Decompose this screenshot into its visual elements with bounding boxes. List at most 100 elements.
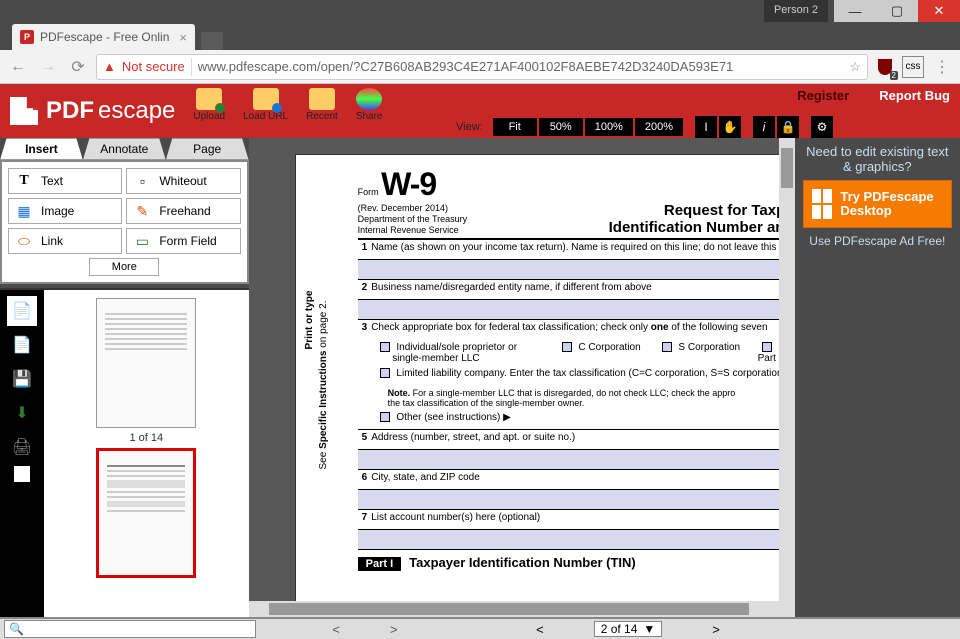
separator — [191, 58, 192, 76]
form-row-7[interactable]: 7List account number(s) here (optional) — [358, 510, 794, 530]
form-row-3-checks[interactable]: Individual/sole proprietor or single-mem… — [358, 340, 794, 366]
form-row-5[interactable]: 5Address (number, street, and apt. or su… — [358, 430, 794, 450]
page-thumbnail-2[interactable] — [96, 448, 196, 578]
pdf-page[interactable]: Print or type See Specific Instructions … — [295, 154, 795, 601]
pdfescape-logo[interactable]: PDFescape — [10, 84, 193, 138]
security-label: Not secure — [122, 59, 185, 74]
checkbox-individual[interactable] — [380, 342, 390, 352]
document-scroll[interactable]: Print or type See Specific Instructions … — [249, 138, 795, 601]
ublock-extension-icon[interactable]: 2 — [874, 56, 896, 78]
checkbox-s-corp[interactable] — [662, 342, 672, 352]
zoom-100-button[interactable]: 100% — [585, 118, 633, 136]
css-extension-icon[interactable]: css — [902, 56, 924, 78]
tool-text[interactable]: TText — [8, 168, 122, 194]
link-icon: ⬭ — [15, 232, 33, 250]
forward-button[interactable]: → — [36, 55, 60, 79]
horizontal-scrollbar[interactable] — [249, 601, 795, 617]
bookmark-icon[interactable]: ☆ — [849, 59, 861, 75]
browser-menu-button[interactable]: ⋮ — [930, 55, 954, 79]
register-link[interactable]: Register — [797, 88, 849, 103]
window-close-button[interactable]: ✕ — [918, 0, 960, 22]
desktop-cta-button[interactable]: Try PDFescape Desktop — [803, 180, 952, 228]
address-bar[interactable]: ▲ Not secure www.pdfescape.com/open/?C27… — [96, 54, 868, 80]
chevron-down-icon: ▼ — [643, 622, 655, 636]
text-cursor-tool[interactable]: I — [695, 116, 717, 138]
file-pdf-icon[interactable]: 📄 — [7, 330, 37, 360]
tab-page[interactable]: Page — [166, 138, 249, 160]
form-row-other[interactable]: Other (see instructions) ▶ — [358, 410, 794, 430]
info-tool[interactable]: i — [753, 116, 775, 138]
tool-freehand[interactable]: ✎Freehand — [126, 198, 240, 224]
report-bug-link[interactable]: Report Bug — [879, 88, 950, 103]
bottom-bar: 🔍 < > < 2 of 14▼ > — [0, 617, 960, 639]
print-icon[interactable]: 🖨 — [7, 432, 37, 462]
folder-url-icon — [253, 88, 279, 110]
view-toolbar: View: Fit 50% 100% 200% I ✋ i 🔒 ⚙ — [448, 116, 960, 138]
tool-formfield[interactable]: ▭Form Field — [126, 228, 240, 254]
formfield-icon: ▭ — [133, 232, 151, 250]
thumbnails-area: 📄 📄 💾 ⬇ 🖨 1 of 14 — [0, 288, 249, 617]
zoom-200-button[interactable]: 200% — [635, 118, 683, 136]
logo-text-bold: PDF — [46, 97, 94, 125]
checkbox-c-corp[interactable] — [562, 342, 572, 352]
recent-button[interactable]: Recent — [306, 88, 338, 122]
tab-annotate[interactable]: Annotate — [83, 138, 166, 160]
form-row-2[interactable]: 2Business name/disregarded entity name, … — [358, 280, 794, 300]
part-1-label: Part I — [358, 557, 402, 571]
thumbnails-list[interactable]: 1 of 14 — [44, 290, 249, 617]
page-next-button[interactable]: > — [712, 622, 720, 637]
header-actions: Upload Load URL Recent Share — [193, 84, 382, 138]
vertical-scrollbar[interactable] — [779, 138, 795, 601]
text-icon: T — [15, 172, 33, 190]
window-maximize-button[interactable]: ▢ — [876, 0, 918, 22]
page-prev-button[interactable]: < — [536, 622, 544, 637]
form-row-1[interactable]: 1Name (as shown on your income tax retur… — [358, 240, 794, 260]
checkbox-other[interactable] — [380, 412, 390, 422]
upload-button[interactable]: Upload — [193, 88, 225, 122]
new-tab-button[interactable] — [201, 32, 223, 50]
form-row-llc[interactable]: Limited liability company. Enter the tax… — [358, 366, 794, 386]
zoom-fit-button[interactable]: Fit — [493, 118, 537, 136]
hand-tool[interactable]: ✋ — [719, 116, 741, 138]
share-button[interactable]: Share — [356, 88, 383, 122]
settings-tool[interactable]: ⚙ — [811, 116, 833, 138]
zoom-50-button[interactable]: 50% — [539, 118, 583, 136]
form-note: Note. For a single-member LLC that is di… — [358, 386, 794, 410]
checkbox-partnership[interactable] — [762, 342, 772, 352]
main-area: Insert Annotate Page TText ▫Whiteout ▦Im… — [0, 138, 960, 617]
window-titlebar: Person 2 — ▢ ✕ — [0, 0, 960, 22]
thumb-prev-button[interactable]: < — [332, 622, 340, 637]
form-row-6[interactable]: 6City, state, and ZIP code — [358, 470, 794, 490]
tool-more[interactable]: More — [89, 258, 159, 276]
adfree-link[interactable]: Use PDFescape Ad Free! — [803, 234, 952, 248]
promo-panel: Need to edit existing text & graphics? T… — [795, 138, 960, 617]
tab-insert[interactable]: Insert — [0, 138, 83, 160]
form-row-3: 3Check appropriate box for federal tax c… — [358, 320, 794, 340]
file-new-icon[interactable]: 📄 — [7, 296, 37, 326]
insert-toolbox: TText ▫Whiteout ▦Image ✎Freehand ⬭Link ▭… — [0, 160, 249, 284]
folder-upload-icon — [196, 88, 222, 110]
save-icon[interactable]: 💾 — [7, 364, 37, 394]
browser-tabstrip: P PDFescape - Free Onlin × — [0, 22, 960, 50]
window-minimize-button[interactable]: — — [834, 0, 876, 22]
share-icon — [356, 88, 382, 110]
left-panel: Insert Annotate Page TText ▫Whiteout ▦Im… — [0, 138, 249, 617]
reload-button[interactable]: ⟳ — [66, 55, 90, 79]
file-toolbar: 📄 📄 💾 ⬇ 🖨 — [0, 290, 44, 617]
profile-badge[interactable]: Person 2 — [764, 0, 828, 22]
tool-link[interactable]: ⬭Link — [8, 228, 122, 254]
lock-tool[interactable]: 🔒 — [777, 116, 799, 138]
download-icon[interactable]: ⬇ — [7, 398, 37, 428]
page-thumbnail-1[interactable] — [96, 298, 196, 428]
thumb-next-button[interactable]: > — [390, 622, 398, 637]
tool-whiteout[interactable]: ▫Whiteout — [126, 168, 240, 194]
back-button[interactable]: ← — [6, 55, 30, 79]
search-field[interactable]: 🔍 — [4, 620, 256, 638]
browser-tab[interactable]: P PDFescape - Free Onlin × — [12, 24, 195, 50]
checkbox-llc[interactable] — [380, 368, 390, 378]
tab-close-icon[interactable]: × — [179, 30, 187, 45]
blank-icon[interactable] — [14, 466, 30, 482]
page-selector[interactable]: 2 of 14▼ — [594, 621, 663, 637]
tool-image[interactable]: ▦Image — [8, 198, 122, 224]
load-url-button[interactable]: Load URL — [243, 88, 288, 122]
